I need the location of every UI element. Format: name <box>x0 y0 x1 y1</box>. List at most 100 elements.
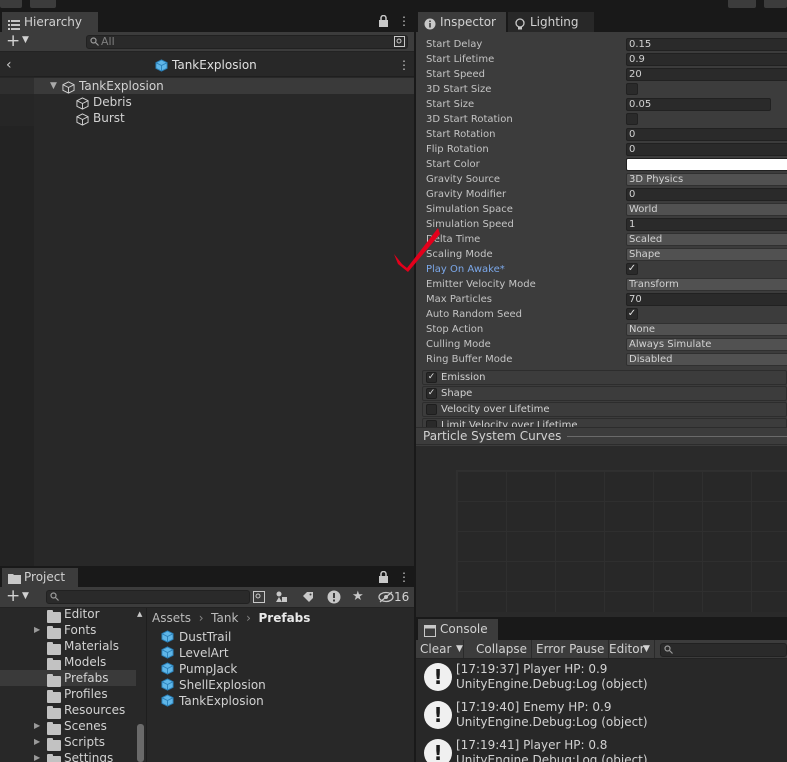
property-checkbox[interactable]: ✓ <box>626 263 638 275</box>
asset-item[interactable]: PumpJack <box>161 661 237 677</box>
history-button[interactable] <box>728 0 756 8</box>
chevron-down-icon[interactable]: ▼ <box>22 35 29 45</box>
expand-arrow-icon[interactable]: ▶ <box>34 734 40 750</box>
hierarchy-item[interactable]: Debris <box>0 94 414 110</box>
expand-arrow-icon[interactable]: ▶ <box>34 750 40 762</box>
tab-project[interactable]: Project <box>2 568 78 587</box>
collapse-button[interactable]: Collapse <box>472 640 532 658</box>
property-dropdown[interactable]: World <box>626 203 787 216</box>
tab-hierarchy[interactable]: Hierarchy <box>2 12 98 32</box>
property-field[interactable]: 0 <box>626 143 787 156</box>
lock-icon[interactable] <box>378 14 389 30</box>
module-header[interactable]: Velocity over Lifetime <box>422 402 787 417</box>
breadcrumb-current[interactable]: Prefabs <box>259 611 311 625</box>
folder-item[interactable]: ▶ Fonts <box>0 622 146 639</box>
folder-item[interactable]: Models <box>0 654 146 671</box>
kebab-menu-icon[interactable]: ⋮ <box>398 58 410 72</box>
property-field[interactable]: 1 <box>626 218 787 231</box>
lock-icon[interactable] <box>378 570 389 586</box>
asset-item[interactable]: LevelArt <box>161 645 229 661</box>
tab-console[interactable]: Console <box>418 619 498 640</box>
property-dropdown[interactable]: Always Simulate <box>626 338 787 351</box>
hidden-packages-icon[interactable] <box>378 591 394 606</box>
add-icon[interactable]: + <box>6 31 20 51</box>
color-swatch[interactable] <box>626 158 787 171</box>
asset-item[interactable]: TankExplosion <box>161 693 264 709</box>
module-header[interactable]: ✓ Shape <box>422 386 787 401</box>
chevron-down-icon[interactable]: ▼ <box>22 591 29 601</box>
property-field[interactable]: 0 <box>626 128 787 141</box>
folder-tree-scrollbar[interactable]: ▲ <box>136 608 146 762</box>
module-header[interactable]: Limit Velocity over Lifetime <box>422 418 787 427</box>
folder-item[interactable]: Profiles <box>0 686 146 703</box>
chevron-down-icon[interactable]: ▼ <box>456 640 463 658</box>
folder-item[interactable]: Editor <box>0 608 146 623</box>
add-icon[interactable]: + <box>6 586 20 606</box>
editor-dropdown[interactable]: Editor ▼ <box>605 640 655 658</box>
property-field[interactable]: 70 <box>626 293 787 306</box>
console-search-input[interactable] <box>660 643 787 657</box>
curves-grid[interactable] <box>456 470 787 612</box>
property-field[interactable]: 20 <box>626 68 787 81</box>
search-toolbar-button[interactable] <box>764 0 787 8</box>
property-checkbox[interactable] <box>626 113 638 125</box>
back-arrow-icon[interactable]: ‹ <box>6 57 12 73</box>
filter-by-type-icon[interactable] <box>276 591 288 606</box>
curves-header[interactable]: Particle System Curves <box>416 427 787 445</box>
property-checkbox[interactable] <box>626 83 638 95</box>
tab-inspector[interactable]: Inspector <box>418 12 506 32</box>
hierarchy-item-root[interactable]: ▼ TankExplosion <box>0 78 414 94</box>
property-field[interactable]: 0.9 <box>626 53 787 66</box>
log-entry[interactable]: ! [17:19:41] Player HP: 0.8 UnityEngine.De… <box>416 736 787 762</box>
project-search-input[interactable] <box>46 590 250 604</box>
folder-item[interactable]: Resources <box>0 702 146 719</box>
property-field[interactable]: 0.15 <box>626 38 787 51</box>
expand-arrow-icon[interactable]: ▶ <box>34 622 40 638</box>
folder-item[interactable]: ▶ Settings <box>0 750 146 762</box>
folder-item[interactable]: Prefabs <box>0 670 146 687</box>
clear-button[interactable]: Clear ▼ <box>416 640 464 658</box>
folder-item[interactable]: Materials <box>0 638 146 655</box>
search-filter-icon[interactable] <box>394 36 405 50</box>
hierarchy-item[interactable]: Burst <box>0 110 414 126</box>
expand-arrow-icon[interactable]: ▼ <box>50 78 57 94</box>
module-checkbox[interactable] <box>426 420 437 427</box>
property-dropdown[interactable]: Transform <box>626 278 787 291</box>
scroll-thumb[interactable] <box>137 724 144 762</box>
property-checkbox[interactable]: ✓ <box>626 308 638 320</box>
step-button[interactable] <box>30 0 56 8</box>
asset-item[interactable]: ShellExplosion <box>161 677 266 693</box>
filter-by-label-icon[interactable] <box>302 591 314 606</box>
play-button[interactable] <box>0 0 22 8</box>
module-checkbox[interactable]: ✓ <box>426 388 437 399</box>
search-filter-icon[interactable] <box>253 591 265 606</box>
log-entry[interactable]: ! [17:19:37] Player HP: 0.9 UnityEngine.De… <box>416 660 787 698</box>
module-checkbox[interactable] <box>426 404 437 415</box>
breadcrumb-item[interactable]: Tank <box>211 611 238 625</box>
folder-item[interactable]: ▶ Scenes <box>0 718 146 735</box>
asset-item[interactable]: DustTrail <box>161 629 231 645</box>
module-checkbox[interactable]: ✓ <box>426 372 437 383</box>
property-dropdown[interactable]: Disabled <box>626 353 787 366</box>
property-dropdown[interactable]: Scaled <box>626 233 787 246</box>
property-dropdown[interactable]: Shape <box>626 248 787 261</box>
tab-lighting[interactable]: Lighting <box>508 12 594 32</box>
log-entry[interactable]: ! [17:19:40] Enemy HP: 0.9 UnityEngine.Deb… <box>416 698 787 736</box>
info-log-icon: ! <box>424 663 452 691</box>
favorite-star-icon[interactable]: ★ <box>352 589 364 604</box>
kebab-menu-icon[interactable]: ⋮ <box>398 14 410 28</box>
property-field[interactable]: 0 <box>626 188 787 201</box>
expand-arrow-icon[interactable]: ▶ <box>34 718 40 734</box>
warning-filter-icon[interactable] <box>327 590 341 607</box>
hierarchy-search-input[interactable]: All <box>86 35 408 49</box>
breadcrumb-item[interactable]: Assets <box>152 611 191 625</box>
folder-item[interactable]: ▶ Scripts <box>0 734 146 751</box>
property-dropdown[interactable]: 3D Physics <box>626 173 787 186</box>
kebab-menu-icon[interactable]: ⋮ <box>398 570 410 584</box>
scroll-up-arrow-icon[interactable]: ▲ <box>137 610 142 618</box>
error-pause-button[interactable]: Error Pause <box>532 640 610 658</box>
module-header[interactable]: ✓ Emission <box>422 370 787 385</box>
property-field[interactable]: 0.05 <box>626 98 771 111</box>
gameobject-cube-icon <box>76 111 89 127</box>
property-dropdown[interactable]: None <box>626 323 787 336</box>
